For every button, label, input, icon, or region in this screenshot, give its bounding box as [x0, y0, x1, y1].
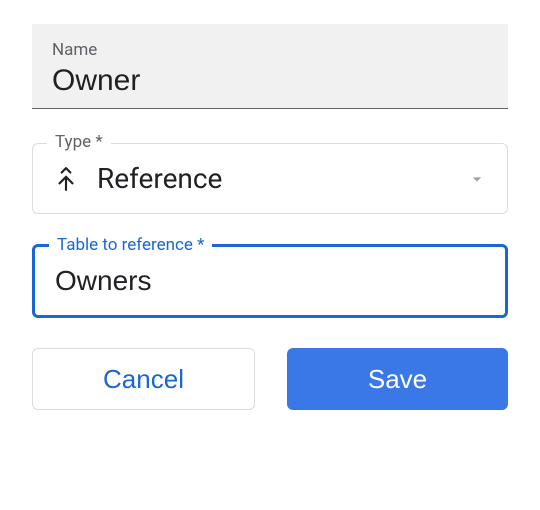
type-select-row: Reference — [53, 162, 487, 195]
cancel-button[interactable]: Cancel — [32, 348, 255, 410]
merge-icon — [53, 166, 79, 192]
table-reference-input[interactable] — [55, 265, 485, 297]
name-label: Name — [52, 40, 488, 60]
type-label: Type * — [47, 132, 111, 152]
name-field[interactable]: Name — [32, 24, 508, 109]
table-reference-label: Table to reference * — [49, 235, 212, 255]
button-row: Cancel Save — [32, 348, 508, 410]
save-button[interactable]: Save — [287, 348, 508, 410]
name-input[interactable] — [52, 64, 488, 98]
type-field[interactable]: Type * Reference — [32, 143, 508, 214]
table-reference-field[interactable]: Table to reference * — [32, 244, 508, 318]
chevron-down-icon — [467, 169, 487, 189]
type-value: Reference — [97, 162, 449, 195]
